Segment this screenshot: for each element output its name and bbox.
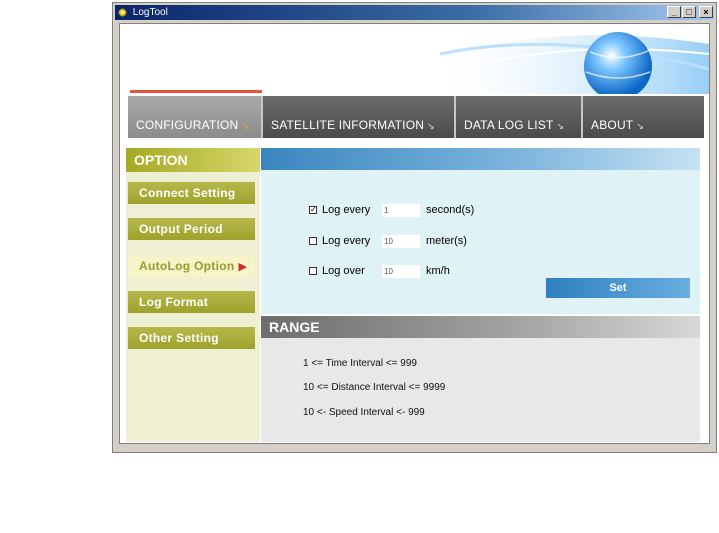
range-title: RANGE (261, 316, 700, 338)
play-arrow-icon: ▶ (238, 261, 248, 273)
log-every-meters-input[interactable]: 10 (382, 234, 420, 248)
client-area: CONFIGURATION ↘ SATELLITE INFORMATION ↘ DA… (119, 23, 710, 444)
tab-data-log-list[interactable]: DATA LOG LIST ↘ (456, 96, 583, 138)
window-controls: _ □ × (667, 6, 713, 18)
minimize-button[interactable]: _ (667, 6, 681, 18)
tab-arrow-icon: ↘ (241, 121, 250, 131)
log-over-speed-label: Log over (322, 265, 365, 277)
log-every-seconds-input[interactable]: 1 (382, 203, 420, 217)
log-over-speed-checkbox[interactable] (309, 267, 317, 275)
meters-unit: meter(s) (426, 235, 467, 247)
sidebar-item-connect-setting[interactable]: Connect Setting (128, 182, 255, 204)
log-every-seconds-label: Log every (322, 204, 371, 216)
log-every-seconds-row: ✓ Log every 1 second(s) (309, 203, 474, 217)
autolog-option-panel: ✓ Log every 1 second(s) Log every 10 met… (261, 148, 700, 314)
seconds-unit: second(s) (426, 204, 475, 216)
logtool-window: LogTool _ □ × CONFIGURATION ↘ SATELLITE … (112, 2, 717, 453)
tab-arrow-icon: ↘ (556, 121, 565, 131)
tab-about[interactable]: ABOUT ↘ (583, 96, 704, 138)
option-header-bar (261, 148, 700, 170)
sidebar-item-output-period[interactable]: Output Period (128, 218, 255, 240)
set-button[interactable]: Set (546, 278, 690, 298)
sidebar-item-log-format[interactable]: Log Format (128, 291, 255, 313)
speed-interval-range: 10 <- Speed Interval <- 999 (303, 407, 425, 418)
log-every-meters-label: Log every (322, 235, 371, 247)
main-nav: CONFIGURATION ↘ SATELLITE INFORMATION ↘ DA… (128, 96, 704, 138)
log-every-meters-row: Log every 10 meter(s) (309, 234, 467, 248)
tab-arrow-icon: ↘ (636, 121, 645, 131)
banner (120, 24, 709, 94)
log-over-speed-input[interactable]: 10 (382, 264, 420, 278)
app-icon (118, 8, 127, 17)
log-every-seconds-checkbox[interactable]: ✓ (309, 206, 317, 214)
log-every-meters-checkbox[interactable] (309, 237, 317, 245)
close-button[interactable]: × (699, 6, 713, 18)
title-bar[interactable]: LogTool _ □ × (115, 5, 714, 20)
sidebar-title: OPTION (126, 148, 260, 172)
section-underline (130, 90, 262, 93)
time-interval-range: 1 <= Time Interval <= 999 (303, 358, 417, 369)
tab-configuration[interactable]: CONFIGURATION ↘ (128, 96, 263, 138)
tab-arrow-icon: ↘ (427, 121, 435, 131)
distance-interval-range: 10 <= Distance Interval <= 9999 (303, 382, 446, 393)
window-title: LogTool (132, 7, 168, 18)
sidebar-item-other-setting[interactable]: Other Setting (128, 327, 255, 349)
option-sidebar: OPTION Connect Setting Output Period Aut… (126, 148, 260, 442)
log-over-speed-row: Log over 10 km/h (309, 264, 450, 278)
tab-satellite-information[interactable]: SATELLITE INFORMATION ↘ (263, 96, 456, 138)
sidebar-item-autolog-option[interactable]: AutoLog Option ▶ (128, 255, 255, 277)
globe-banner-graphic (420, 32, 709, 94)
speed-unit: km/h (426, 265, 450, 277)
range-panel: RANGE 1 <= Time Interval <= 999 10 <= Di… (261, 316, 700, 442)
maximize-button[interactable]: □ (682, 6, 696, 18)
